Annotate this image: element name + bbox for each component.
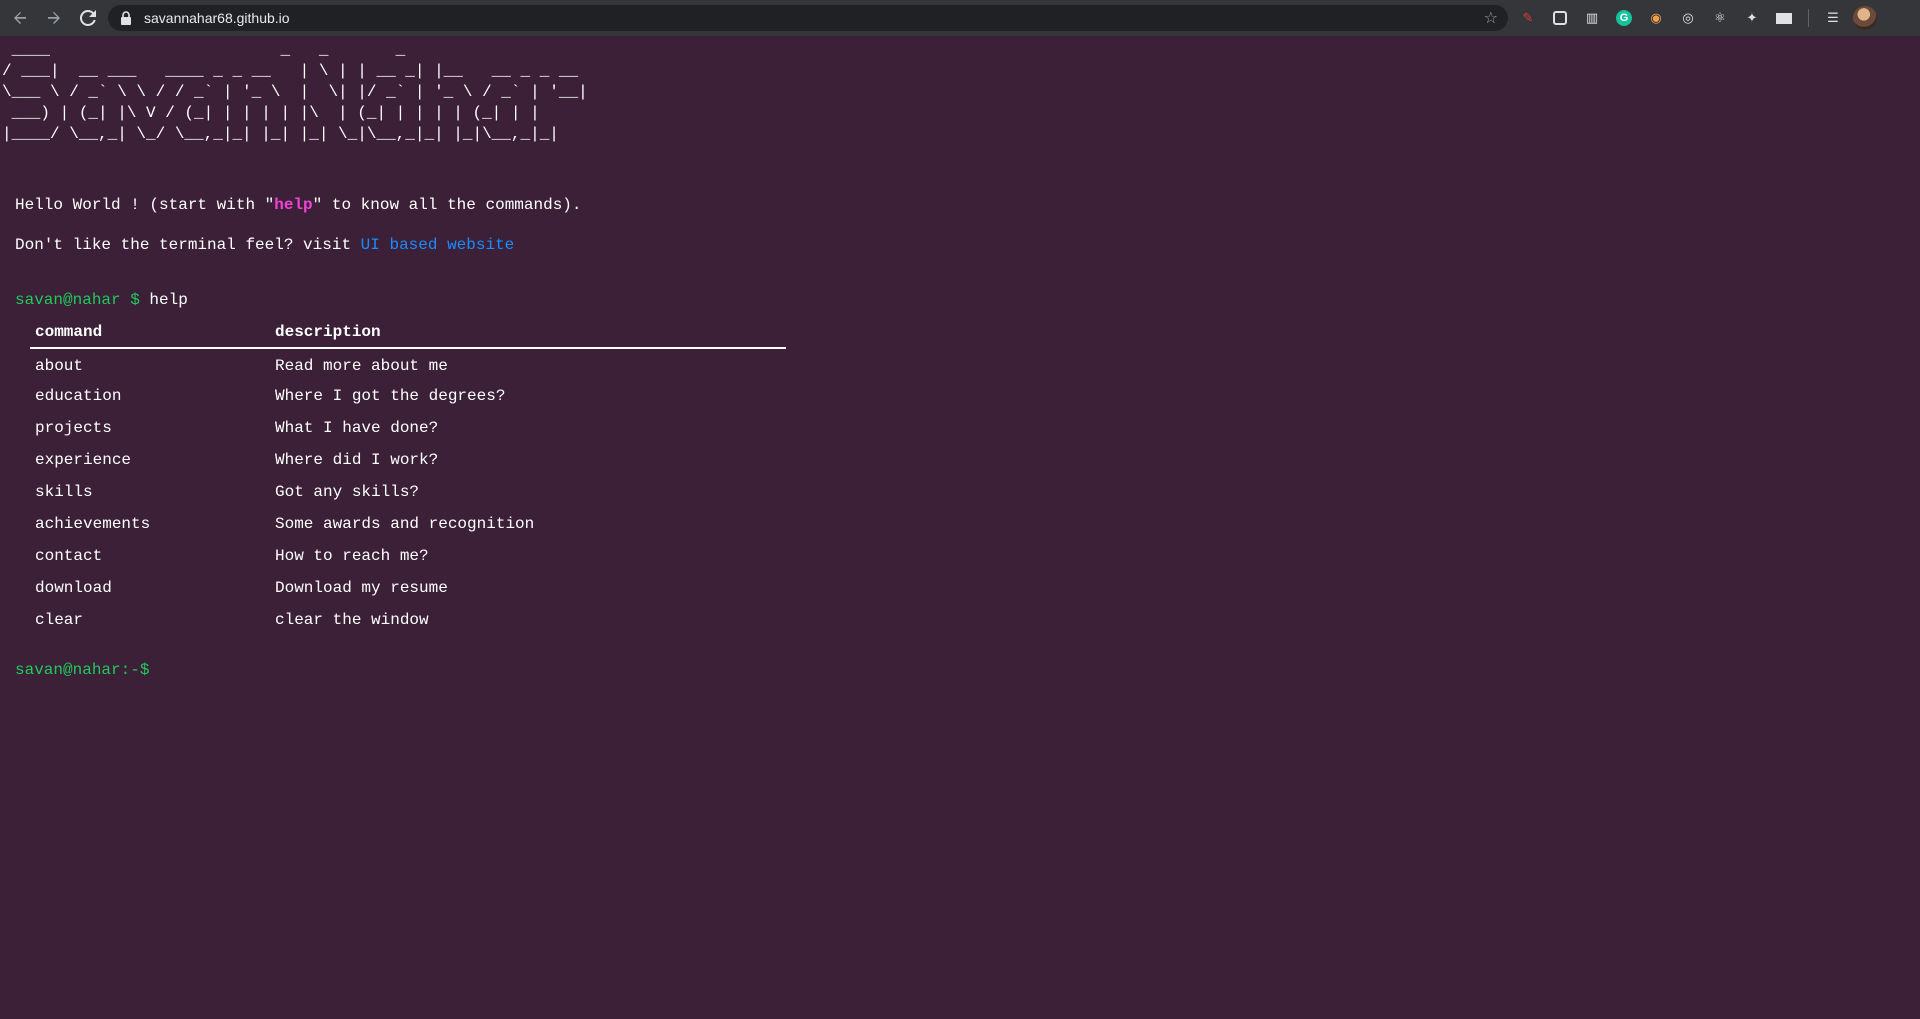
help-table: command description about Read more abou… [30, 318, 786, 636]
ascii-banner: ____ _ _ _ / ___| __ ___ ____ _ _ __ | \… [2, 41, 588, 143]
arrow-left-icon [14, 12, 26, 24]
react-devtools-icon[interactable]: ⚛ [1708, 6, 1732, 30]
description-cell: What I have done? [275, 419, 439, 437]
profile-avatar[interactable] [1853, 6, 1877, 30]
welcome-line: Hello World ! (start with "help" to know… [15, 196, 582, 214]
welcome-text-end: " to know all the commands). [312, 196, 582, 214]
description-cell: Some awards and recognition [275, 515, 535, 533]
welcome-text-start: Hello World ! (start with " [15, 196, 275, 214]
description-cell: Download my resume [275, 579, 448, 597]
browser-toolbar: savannahar68.github.io ☆ ✎ ▥ G ◉ ◎ ⚛ ✦ ☰ [0, 0, 1920, 36]
extension-archive-icon[interactable]: ▥ [1580, 6, 1604, 30]
command-cell: clear [35, 611, 84, 629]
alt-site-text: Don't like the terminal feel? visit [15, 236, 361, 254]
address-bar[interactable]: savannahar68.github.io ☆ [108, 5, 1508, 31]
table-row: experience Where did I work? [30, 444, 786, 476]
command-cell: about [35, 356, 84, 375]
active-prompt[interactable]: savan@nahar:-$ [15, 661, 149, 679]
prompt-label: savan@nahar $ [15, 291, 150, 309]
reload-button[interactable] [74, 4, 102, 32]
extensions-bar: ✎ ▥ G ◉ ◎ ⚛ ✦ ☰ [1516, 6, 1877, 30]
arrow-right-icon [48, 12, 60, 24]
header-command: command [30, 318, 270, 349]
lock-icon [120, 11, 134, 25]
extension-keep-icon[interactable] [1548, 6, 1572, 30]
reading-list-icon[interactable]: ☰ [1821, 6, 1845, 30]
extension-target-icon[interactable]: ◎ [1676, 6, 1700, 30]
command-cell: achievements [35, 515, 151, 533]
star-icon[interactable]: ☆ [1484, 8, 1498, 28]
header-description: description [270, 318, 786, 349]
ui-website-link[interactable]: UI based website [361, 236, 515, 254]
description-cell: clear the window [275, 611, 429, 629]
url-text: savannahar68.github.io [144, 10, 290, 26]
table-row: download Download my resume [30, 572, 786, 604]
table-row: achievements Some awards and recognition [30, 508, 786, 540]
table-row: about Read more about me [30, 348, 786, 380]
help-table-header: command description [30, 318, 786, 349]
toolbar-separator [1808, 9, 1809, 27]
command-cell: education [35, 387, 122, 405]
table-row: clear clear the window [30, 604, 786, 636]
table-row: skills Got any skills? [30, 476, 786, 508]
reload-icon [80, 10, 96, 26]
extension-html-icon[interactable] [1772, 6, 1796, 30]
extension-bird-icon[interactable]: ✦ [1740, 6, 1764, 30]
terminal-window[interactable]: ____ _ _ _ / ___| __ ___ ____ _ _ __ | \… [0, 36, 1920, 1019]
alt-site-line: Don't like the terminal feel? visit UI b… [15, 236, 514, 254]
command-cell: projects [35, 419, 112, 437]
description-cell: Got any skills? [275, 483, 420, 501]
command-history-line: savan@nahar $ help [15, 291, 188, 309]
help-keyword: help [274, 196, 313, 214]
description-cell: Where did I work? [275, 451, 439, 469]
table-row: contact How to reach me? [30, 540, 786, 572]
description-cell: How to reach me? [275, 547, 429, 565]
forward-button[interactable] [40, 4, 68, 32]
description-cell: Where I got the degrees? [275, 387, 506, 405]
extension-owl-icon[interactable]: ◉ [1644, 6, 1668, 30]
entered-command: help [149, 291, 188, 309]
table-row: projects What I have done? [30, 412, 786, 444]
command-cell: download [35, 579, 112, 597]
command-cell: experience [35, 451, 132, 469]
grammarly-icon[interactable]: G [1612, 6, 1636, 30]
back-button[interactable] [6, 4, 34, 32]
command-cell: skills [35, 483, 93, 501]
extension-red-icon[interactable]: ✎ [1516, 6, 1540, 30]
description-cell: Read more about me [275, 356, 448, 375]
command-cell: contact [35, 547, 103, 565]
table-row: education Where I got the degrees? [30, 380, 786, 412]
